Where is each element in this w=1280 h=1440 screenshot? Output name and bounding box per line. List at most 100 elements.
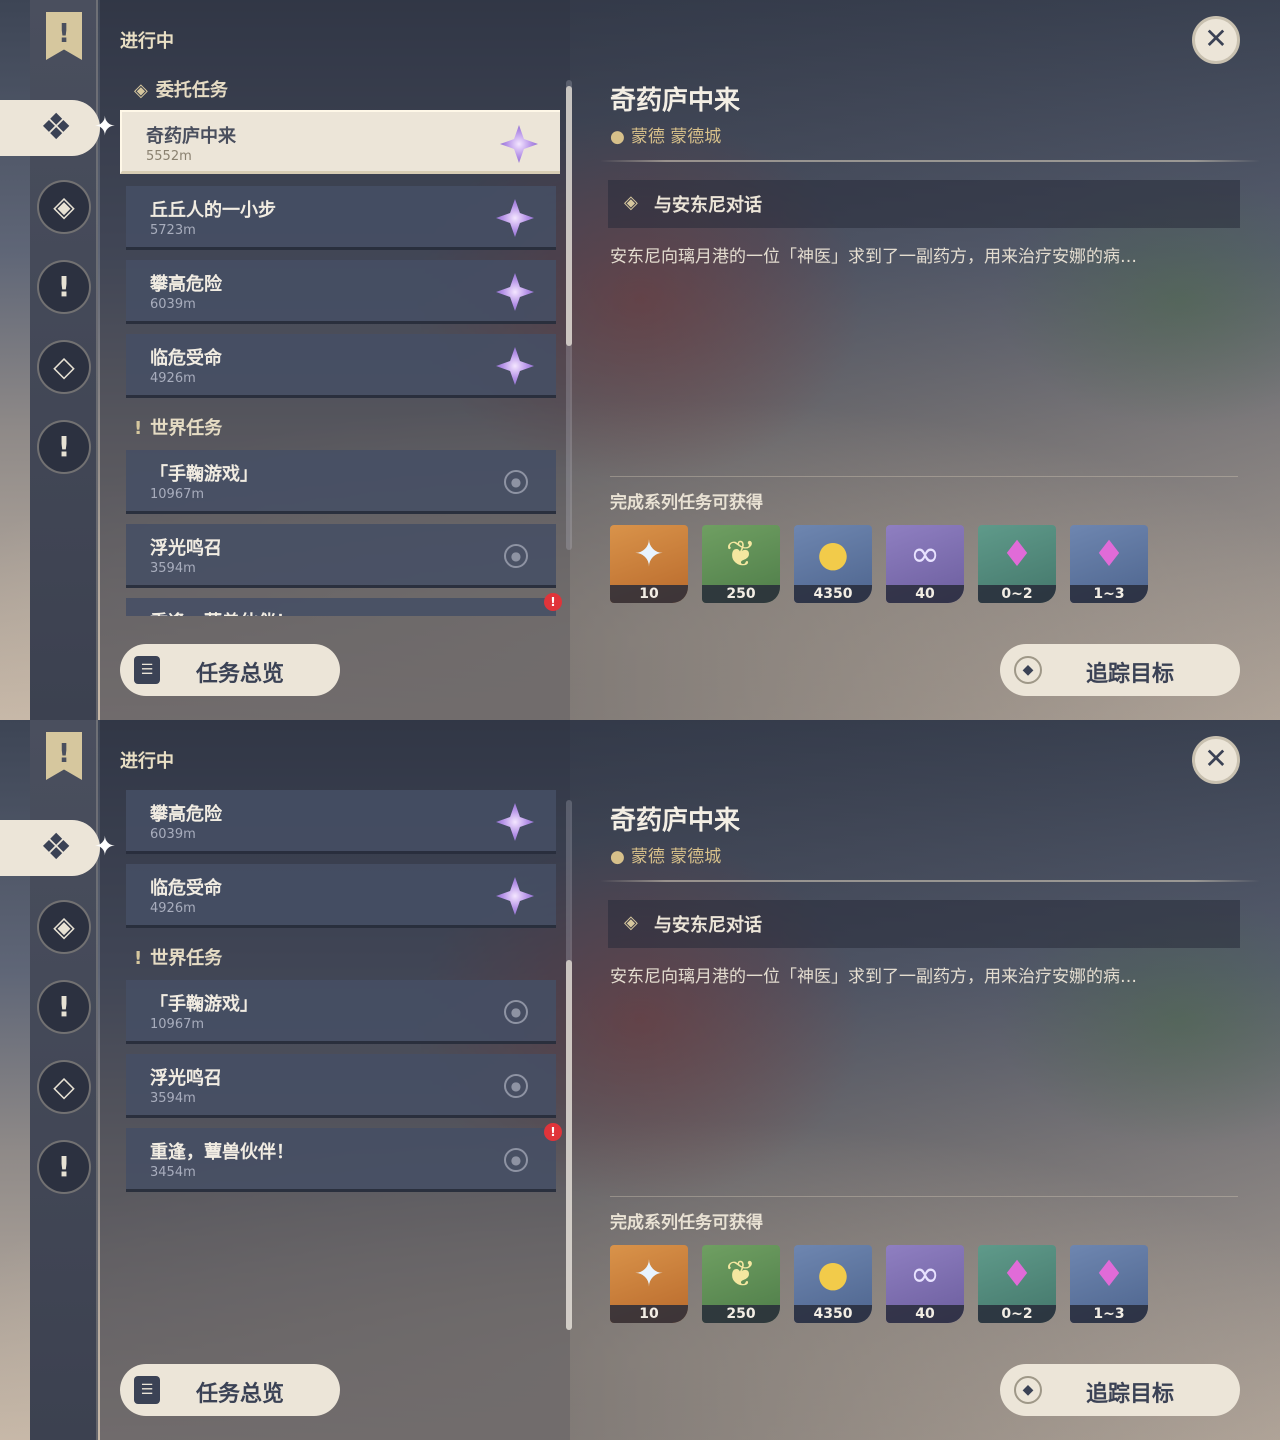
quest-description: 安东尼向璃月港的一位「神医」求到了一副药方，用来治疗安娜的病… xyxy=(610,967,1137,987)
quest-overview-button[interactable]: ☰ 任务总览 xyxy=(120,644,340,696)
quest-location: ● 蒙德 蒙德城 xyxy=(610,847,722,867)
reward-crystal-cluster[interactable]: ♦ 1~3 xyxy=(1070,1245,1148,1323)
section-header: 进行中 xyxy=(120,31,174,52)
crystal-icon: ♦ xyxy=(1000,534,1034,575)
divider xyxy=(610,1196,1238,1197)
new-alert-badge: ! xyxy=(544,1123,562,1141)
reward-companionship-exp[interactable]: ∞ 40 xyxy=(886,525,964,603)
quest-book-icon: ☰ xyxy=(134,656,160,684)
world-quest-category-icon: ! xyxy=(134,418,143,439)
divider xyxy=(600,160,1260,162)
event-quest-icon[interactable]: ◇ xyxy=(37,1060,91,1114)
quest-book-icon: ☰ xyxy=(134,1376,160,1404)
location-pin-icon: ● xyxy=(504,470,528,494)
location-pin-icon: ● xyxy=(610,847,625,867)
track-quest-button[interactable]: ◆ 追踪目标 xyxy=(1000,644,1240,696)
mora-icon: ● xyxy=(817,534,849,575)
primogem-icon: ✦ xyxy=(633,534,665,575)
quest-title: 奇药庐中来 xyxy=(610,806,741,836)
quest-item[interactable]: 丘丘人的一小步 5723m xyxy=(126,186,556,250)
adventure-exp-icon: ❦ xyxy=(725,1254,757,1295)
quest-screen-2: ! ❖ ✦ ◈ ! ◇ ! 进行中 攀高危险 6039m 临危受命 4926m … xyxy=(0,720,1280,1440)
rewards-label: 完成系列任务可获得 xyxy=(610,1213,763,1233)
sidebar-tab-commissions[interactable]: ❖ xyxy=(0,820,100,876)
quest-objective: ◈ 与安东尼对话 xyxy=(608,900,1240,948)
track-quest-button[interactable]: ◆ 追踪目标 xyxy=(1000,1364,1240,1416)
reward-primogem[interactable]: ✦ 10 xyxy=(610,1245,688,1323)
commission-icon: ❖ xyxy=(40,107,73,148)
commission-icon: ❖ xyxy=(40,827,73,868)
objective-diamond-icon: ◈ xyxy=(624,192,638,213)
quest-item[interactable]: 临危受命 4926m xyxy=(126,334,556,398)
crystal-cluster-icon: ♦ xyxy=(1092,1254,1126,1295)
commission-category-icon: ◈ xyxy=(134,80,148,101)
category-world-quests: ! 世界任务 xyxy=(134,418,223,439)
quest-list[interactable]: ◈ 委托任务 奇药庐中来 5552m 丘丘人的一小步 5723m 攀高危险 603… xyxy=(120,70,560,616)
commission-star-icon xyxy=(496,803,534,841)
primogem-icon: ✦ xyxy=(633,1254,665,1295)
reward-mora[interactable]: ● 4350 xyxy=(794,1245,872,1323)
commission-star-icon xyxy=(496,199,534,237)
reward-primogem[interactable]: ✦ 10 xyxy=(610,525,688,603)
scrollbar-thumb[interactable] xyxy=(566,86,572,346)
world-quest-icon[interactable]: ! xyxy=(37,420,91,474)
sparkle-icon: ✦ xyxy=(94,832,116,862)
reward-adventure-exp[interactable]: ❦ 250 xyxy=(702,525,780,603)
reward-crystal[interactable]: ♦ 0~2 xyxy=(978,1245,1056,1323)
scrollbar-thumb[interactable] xyxy=(566,960,572,1330)
close-button[interactable]: ✕ xyxy=(1192,16,1240,64)
companionship-exp-icon: ∞ xyxy=(910,534,940,575)
reward-crystal[interactable]: ♦ 0~2 xyxy=(978,525,1056,603)
reward-companionship-exp[interactable]: ∞ 40 xyxy=(886,1245,964,1323)
mora-icon: ● xyxy=(817,1254,849,1295)
quest-item[interactable]: 攀高危险 6039m xyxy=(126,260,556,324)
quest-item[interactable]: 攀高危险 6039m xyxy=(126,790,556,854)
quest-item[interactable]: 浮光鸣召 3594m ● xyxy=(126,524,556,588)
reward-crystal-cluster[interactable]: ♦ 1~3 xyxy=(1070,525,1148,603)
event-quest-icon[interactable]: ◇ xyxy=(37,340,91,394)
location-pin-icon: ● xyxy=(504,1074,528,1098)
archon-quest-icon[interactable]: ◈ xyxy=(37,180,91,234)
location-pin-icon: ● xyxy=(504,1148,528,1172)
story-quest-icon[interactable]: ! xyxy=(37,980,91,1034)
archon-quest-icon[interactable]: ◈ xyxy=(37,900,91,954)
reward-mora[interactable]: ● 4350 xyxy=(794,525,872,603)
quest-location: ● 蒙德 蒙德城 xyxy=(610,127,722,147)
quest-item-active[interactable]: 奇药庐中来 5552m xyxy=(120,110,560,174)
quest-item[interactable]: 浮光鸣召 3594m ● xyxy=(126,1054,556,1118)
location-pin-icon: ● xyxy=(610,127,625,147)
track-target-icon: ◆ xyxy=(1014,1376,1042,1404)
quest-item[interactable]: 「手鞠游戏」 10967m ● xyxy=(126,450,556,514)
quest-overview-button[interactable]: ☰ 任务总览 xyxy=(120,1364,340,1416)
quest-title: 奇药庐中来 xyxy=(610,86,741,116)
divider xyxy=(600,880,1260,882)
commission-star-icon xyxy=(496,273,534,311)
quest-objective: ◈ 与安东尼对话 xyxy=(608,180,1240,228)
location-pin-icon: ● xyxy=(504,544,528,568)
quest-list[interactable]: 攀高危险 6039m 临危受命 4926m ! 世界任务 「手鞠游戏」 10967… xyxy=(120,790,560,1336)
new-alert-badge: ! xyxy=(544,593,562,611)
quest-item[interactable]: 「手鞠游戏」 10967m ● xyxy=(126,980,556,1044)
crystal-cluster-icon: ♦ xyxy=(1092,534,1126,575)
world-quest-category-icon: ! xyxy=(134,948,143,969)
category-commissions: ◈ 委托任务 xyxy=(134,80,228,101)
adventure-exp-icon: ❦ xyxy=(725,534,757,575)
close-button[interactable]: ✕ xyxy=(1192,736,1240,784)
sparkle-icon: ✦ xyxy=(94,112,116,142)
category-world-quests: ! 世界任务 xyxy=(134,948,223,969)
section-header: 进行中 xyxy=(120,751,174,772)
world-quest-icon[interactable]: ! xyxy=(37,1140,91,1194)
quest-item[interactable]: 重逢，蕈兽伙伴！ 3454m ● xyxy=(126,1128,556,1192)
divider xyxy=(610,476,1238,477)
story-quest-icon[interactable]: ! xyxy=(37,260,91,314)
commission-star-icon xyxy=(500,125,538,163)
track-target-icon: ◆ xyxy=(1014,656,1042,684)
sidebar-tab-commissions[interactable]: ❖ xyxy=(0,100,100,156)
reward-adventure-exp[interactable]: ❦ 250 xyxy=(702,1245,780,1323)
commission-star-icon xyxy=(496,347,534,385)
objective-diamond-icon: ◈ xyxy=(624,912,638,933)
quest-item[interactable]: 临危受命 4926m xyxy=(126,864,556,928)
rewards-label: 完成系列任务可获得 xyxy=(610,493,763,513)
crystal-icon: ♦ xyxy=(1000,1254,1034,1295)
quest-item-partial[interactable]: 重逢，蕈兽伙伴！ xyxy=(126,598,556,616)
